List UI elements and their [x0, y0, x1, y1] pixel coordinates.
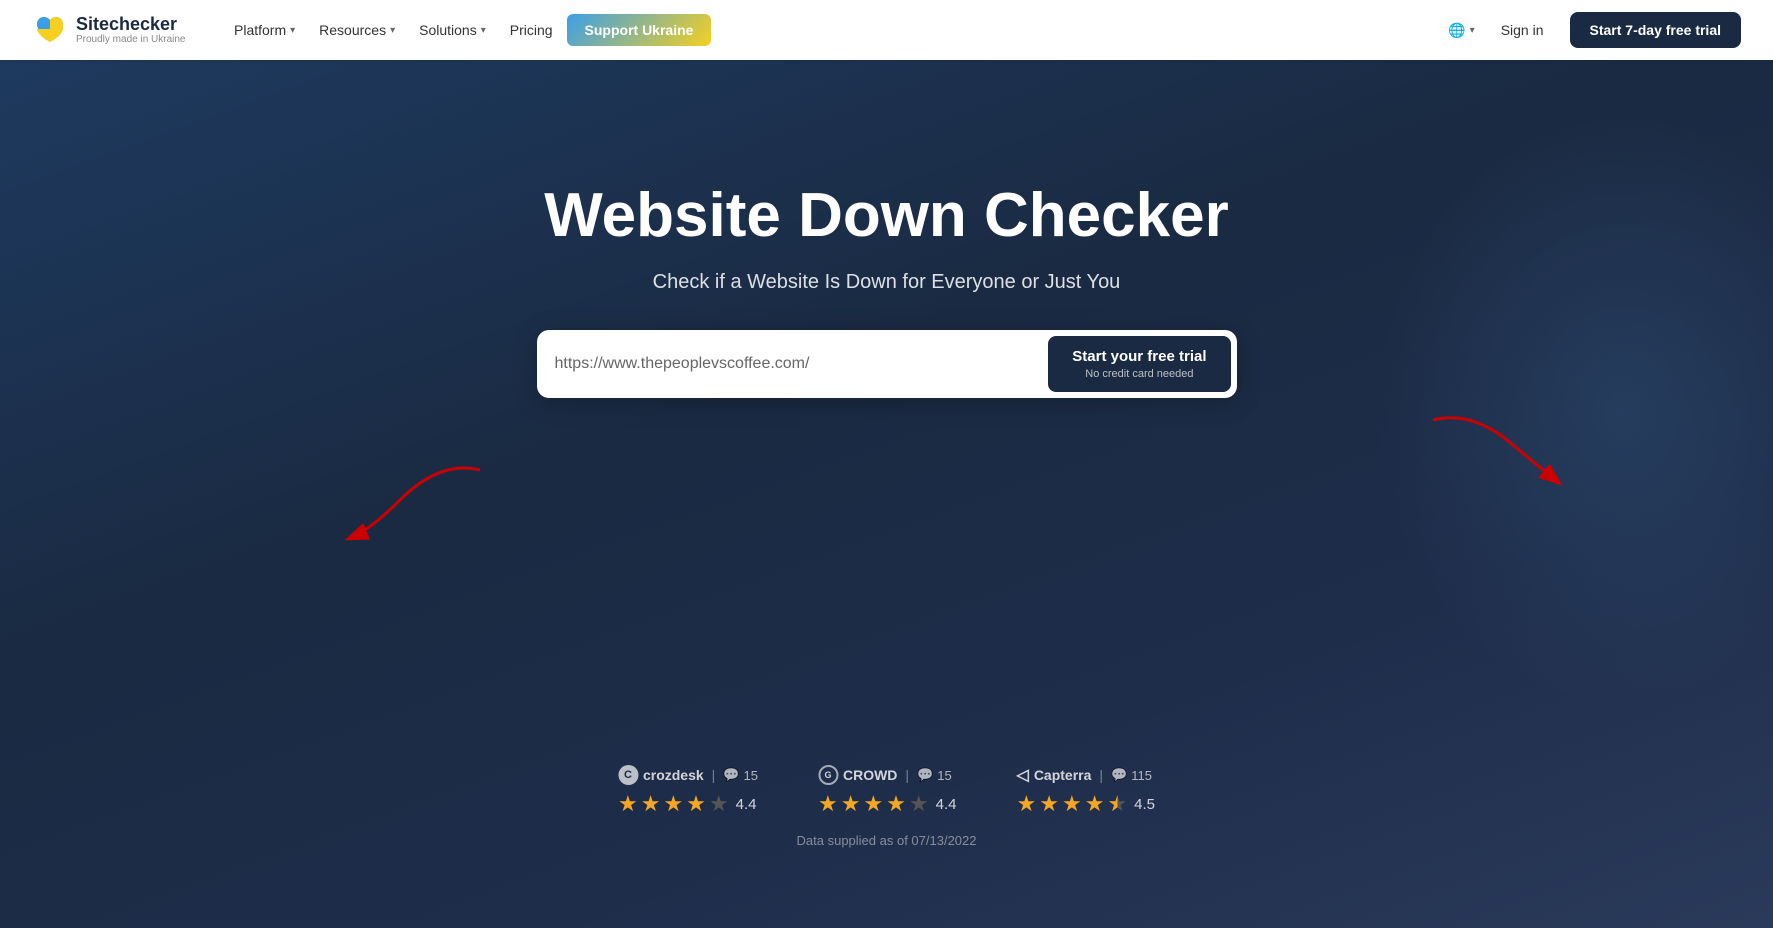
- star-2: ★: [1039, 791, 1059, 817]
- review-capterra: ◁ Capterra | 💬 115 ★ ★ ★ ★ ★: [1017, 765, 1156, 817]
- arrow-left-icon: [320, 450, 500, 550]
- chat-icon: 💬: [723, 767, 739, 783]
- crozdesk-rating: 4.4: [736, 796, 757, 813]
- capterra-logo: ◁ Capterra: [1017, 765, 1092, 785]
- brand-name: Sitechecker: [76, 15, 186, 35]
- star-empty-1: ★: [709, 791, 729, 817]
- chevron-down-icon: ▾: [390, 25, 395, 36]
- g2crowd-stars: ★ ★ ★ ★ ★ 4.4: [818, 791, 957, 817]
- chat-icon: 💬: [1111, 767, 1127, 783]
- hero-section: Website Down Checker Check if a Website …: [0, 60, 1773, 928]
- url-input[interactable]: [555, 355, 1049, 373]
- nav-platform[interactable]: Platform ▾: [224, 16, 305, 44]
- capterra-stars: ★ ★ ★ ★ ★ ★ 4.5: [1017, 791, 1156, 817]
- star-3: ★: [1062, 791, 1082, 817]
- logo[interactable]: Sitechecker Proudly made in Ukraine: [32, 12, 192, 48]
- star-half: ★ ★: [1107, 791, 1127, 817]
- g2crowd-logo-icon: G: [818, 765, 838, 785]
- brand-tagline: Proudly made in Ukraine: [76, 34, 186, 45]
- capterra-label: Capterra: [1034, 767, 1092, 783]
- crozdesk-label: crozdesk: [643, 767, 704, 783]
- g2crowd-rating: 4.4: [936, 796, 957, 813]
- capterra-header: ◁ Capterra | 💬 115: [1017, 765, 1152, 785]
- cta-main-label: Start your free trial: [1072, 348, 1206, 366]
- star-2: ★: [841, 791, 861, 817]
- capterra-rating: 4.5: [1134, 796, 1155, 813]
- capterra-count: 💬 115: [1111, 767, 1152, 783]
- star-3: ★: [863, 791, 883, 817]
- globe-icon: 🌐: [1448, 22, 1465, 39]
- star-3: ★: [663, 791, 683, 817]
- reviews-row: C crozdesk | 💬 15 ★ ★ ★ ★ ★ 4.4: [618, 765, 1155, 817]
- arrow-right-icon: [1413, 400, 1573, 500]
- logo-icon: [32, 12, 68, 48]
- nav-links: Platform ▾ Resources ▾ Solutions ▾ Prici…: [224, 14, 1416, 46]
- star-4: ★: [686, 791, 706, 817]
- g2crowd-header: G CROWD | 💬 15: [818, 765, 952, 785]
- star-4: ★: [886, 791, 906, 817]
- review-g2crowd: G CROWD | 💬 15 ★ ★ ★ ★ ★ 4.4: [818, 765, 957, 817]
- nav-pricing[interactable]: Pricing: [500, 16, 563, 44]
- hero-title: Website Down Checker: [544, 180, 1228, 251]
- cta-sub-label: No credit card needed: [1085, 368, 1193, 380]
- url-search-container: Start your free trial No credit card nee…: [537, 330, 1237, 398]
- star-1: ★: [818, 791, 838, 817]
- hero-subtitle: Check if a Website Is Down for Everyone …: [653, 271, 1121, 294]
- signin-button[interactable]: Sign in: [1491, 16, 1554, 44]
- crozdesk-logo: C crozdesk: [618, 765, 704, 785]
- nav-solutions[interactable]: Solutions ▾: [409, 16, 496, 44]
- chevron-down-icon: ▾: [1470, 25, 1475, 36]
- crozdesk-count-value: 15: [744, 768, 758, 783]
- data-source-label: Data supplied as of 07/13/2022: [797, 833, 977, 848]
- navbar: Sitechecker Proudly made in Ukraine Plat…: [0, 0, 1773, 60]
- g2crowd-logo: G CROWD: [818, 765, 897, 785]
- chevron-down-icon: ▾: [290, 25, 295, 36]
- chat-icon: 💬: [917, 767, 933, 783]
- star-1: ★: [618, 791, 638, 817]
- star-empty-1: ★: [909, 791, 929, 817]
- g2crowd-count: 💬 15: [917, 767, 952, 783]
- star-1: ★: [1017, 791, 1037, 817]
- crozdesk-count: 💬 15: [723, 767, 758, 783]
- capterra-count-value: 115: [1131, 768, 1152, 783]
- capterra-logo-icon: ◁: [1017, 765, 1029, 785]
- language-selector[interactable]: 🌐 ▾: [1448, 22, 1474, 39]
- g2crowd-label: CROWD: [843, 767, 897, 783]
- g2crowd-count-value: 15: [937, 768, 951, 783]
- crozdesk-header: C crozdesk | 💬 15: [618, 765, 758, 785]
- review-crozdesk: C crozdesk | 💬 15 ★ ★ ★ ★ ★ 4.4: [618, 765, 758, 817]
- nav-resources[interactable]: Resources ▾: [309, 16, 405, 44]
- support-ukraine-button[interactable]: Support Ukraine: [567, 14, 712, 46]
- start-trial-button[interactable]: Start 7-day free trial: [1570, 12, 1742, 48]
- chevron-down-icon: ▾: [481, 25, 486, 36]
- nav-right: 🌐 ▾ Sign in Start 7-day free trial: [1448, 12, 1741, 48]
- star-4: ★: [1085, 791, 1105, 817]
- start-trial-cta-button[interactable]: Start your free trial No credit card nee…: [1048, 336, 1230, 392]
- reviews-section: C crozdesk | 💬 15 ★ ★ ★ ★ ★ 4.4: [618, 765, 1155, 848]
- crozdesk-logo-icon: C: [618, 765, 638, 785]
- crozdesk-stars: ★ ★ ★ ★ ★ 4.4: [618, 791, 757, 817]
- star-2: ★: [641, 791, 661, 817]
